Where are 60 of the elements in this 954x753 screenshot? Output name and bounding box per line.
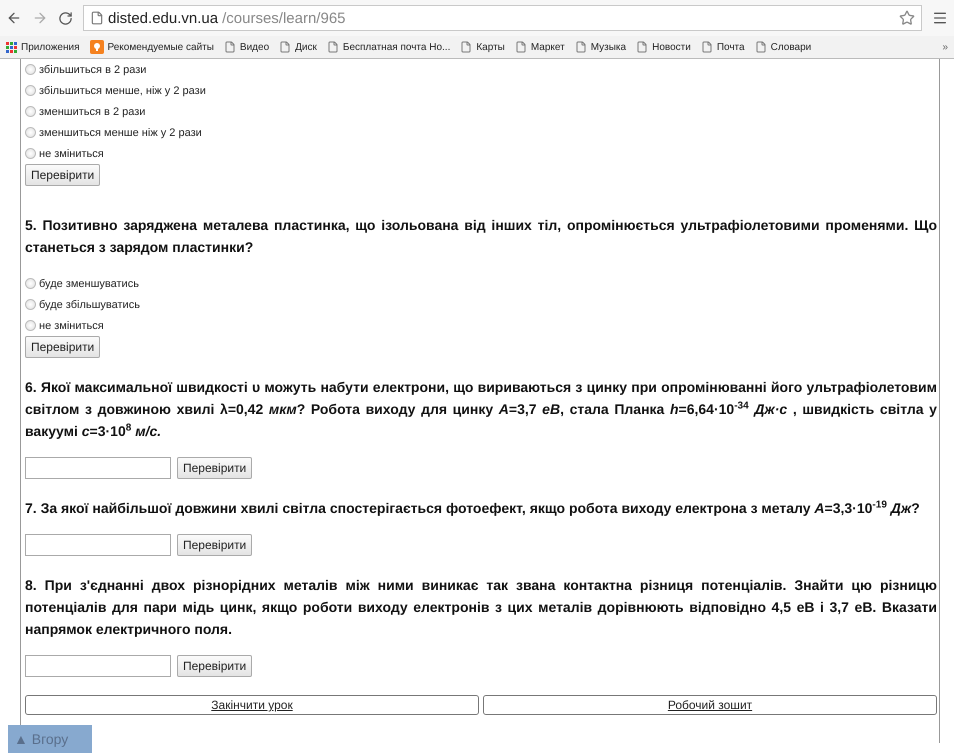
radio-button[interactable]: [25, 64, 36, 75]
page-icon: [636, 41, 648, 53]
bookmark-star-icon[interactable]: [899, 10, 915, 26]
option-label: буде збільшуватись: [39, 298, 140, 310]
radio-button[interactable]: [25, 127, 36, 138]
radio-button[interactable]: [25, 106, 36, 117]
bookmark-link[interactable]: Новости: [652, 42, 691, 52]
menu-icon[interactable]: [932, 10, 948, 26]
option-label: буде зменшуватись: [39, 278, 139, 290]
apps-grid-icon: [6, 42, 17, 52]
bookmark-link[interactable]: Бесплатная почта Но...: [342, 42, 450, 52]
bookmarks-overflow[interactable]: »: [942, 42, 948, 52]
bookmark-link[interactable]: Маркет: [530, 42, 565, 52]
question-text: 8. При з'єднанні двох різнорідних металів між ними виникає так звана контактна різниця потенціалів. Знайти цю різницю потенціалів для пари мідь цинк, якщо роботи виходу електронів з цих металів дорівнюють відповідно 4,5 еВ і 3,7 еВ. Вказати напрямок електричного поля.: [25, 576, 937, 639]
page-icon: [224, 41, 236, 53]
footer-link[interactable]: Закінчити урок: [25, 695, 479, 715]
bookmark-link[interactable]: Приложения: [21, 42, 80, 52]
bookmark-link[interactable]: Музыка: [590, 42, 626, 52]
radio-button[interactable]: [25, 148, 36, 159]
check-button[interactable]: Перевірити: [25, 164, 100, 186]
reload-button[interactable]: [58, 10, 73, 26]
check-button[interactable]: Перевірити: [25, 336, 100, 358]
option-label: зменшиться в 2 рази: [39, 106, 146, 118]
option-label: не зміниться: [39, 320, 104, 332]
bulb-icon: [90, 40, 104, 54]
check-button[interactable]: Перевірити: [177, 534, 252, 556]
page-icon: [90, 11, 104, 25]
answer-field[interactable]: [25, 534, 171, 556]
check-button[interactable]: Перевірити: [177, 655, 252, 677]
option-label: не зміниться: [39, 148, 104, 160]
bookmark-link[interactable]: Диск: [295, 42, 317, 52]
bookmark-link[interactable]: Словари: [770, 42, 812, 52]
bookmark-link[interactable]: Почта: [716, 42, 745, 52]
bookmark-link[interactable]: Рекомендуемые сайты: [108, 42, 214, 52]
page-icon: [514, 41, 527, 53]
page-icon: [574, 41, 587, 53]
question-text: 7. За якої найбільшої довжини хвилі світла спостерігається фотоефект, якщо робота виходу електрона з металу A=3,3·10$^{-19}$ Дж?: [25, 498, 921, 518]
page-icon: [754, 41, 767, 53]
question-text: 6. Якої максимальної швидкості υ можуть набути електрони, що вириваються з цинку при опромінюванні його ультрафіолетовим світлом з довжиною хвилі λ=0,42 мкм? Робота виходу для цинку A=3,7 еВ, стала Планка h=6,64·10$^{-34}$ Дж·с , швидкість світла у вакуумі c=3·10$^{8}$ м/с.: [25, 378, 937, 441]
bookmark-link[interactable]: Карты: [476, 42, 505, 52]
option-label: зменшиться менше ніж у 2 рази: [39, 126, 202, 138]
answer-field[interactable]: [25, 457, 171, 479]
option-label: збільшиться менше, ніж у 2 рази: [39, 84, 206, 96]
answer-field[interactable]: [25, 655, 171, 677]
page-icon: [460, 41, 472, 53]
question-text: 5. Позитивно заряджена металева пластинка, що ізольована від інших тіл, опромінюється ультрафіолетовими променями. Що станеться з зарядом пластинки?: [25, 216, 937, 257]
footer-link[interactable]: Робочий зошит: [483, 695, 937, 715]
page-icon: [279, 41, 292, 53]
radio-button[interactable]: [25, 278, 36, 289]
bookmark-link[interactable]: Видео: [240, 42, 270, 52]
option-label: збільшиться в 2 рази: [39, 64, 146, 76]
forward-button[interactable]: [32, 10, 48, 26]
page-icon: [326, 41, 339, 53]
radio-button[interactable]: [25, 299, 36, 310]
radio-button[interactable]: [25, 85, 36, 96]
back-button[interactable]: [6, 10, 22, 26]
address-bar[interactable]: disted.edu.vn.ua /courses/learn/965: [83, 5, 922, 31]
radio-button[interactable]: [25, 320, 36, 331]
page-icon: [700, 41, 713, 53]
check-button[interactable]: Перевірити: [177, 457, 252, 479]
